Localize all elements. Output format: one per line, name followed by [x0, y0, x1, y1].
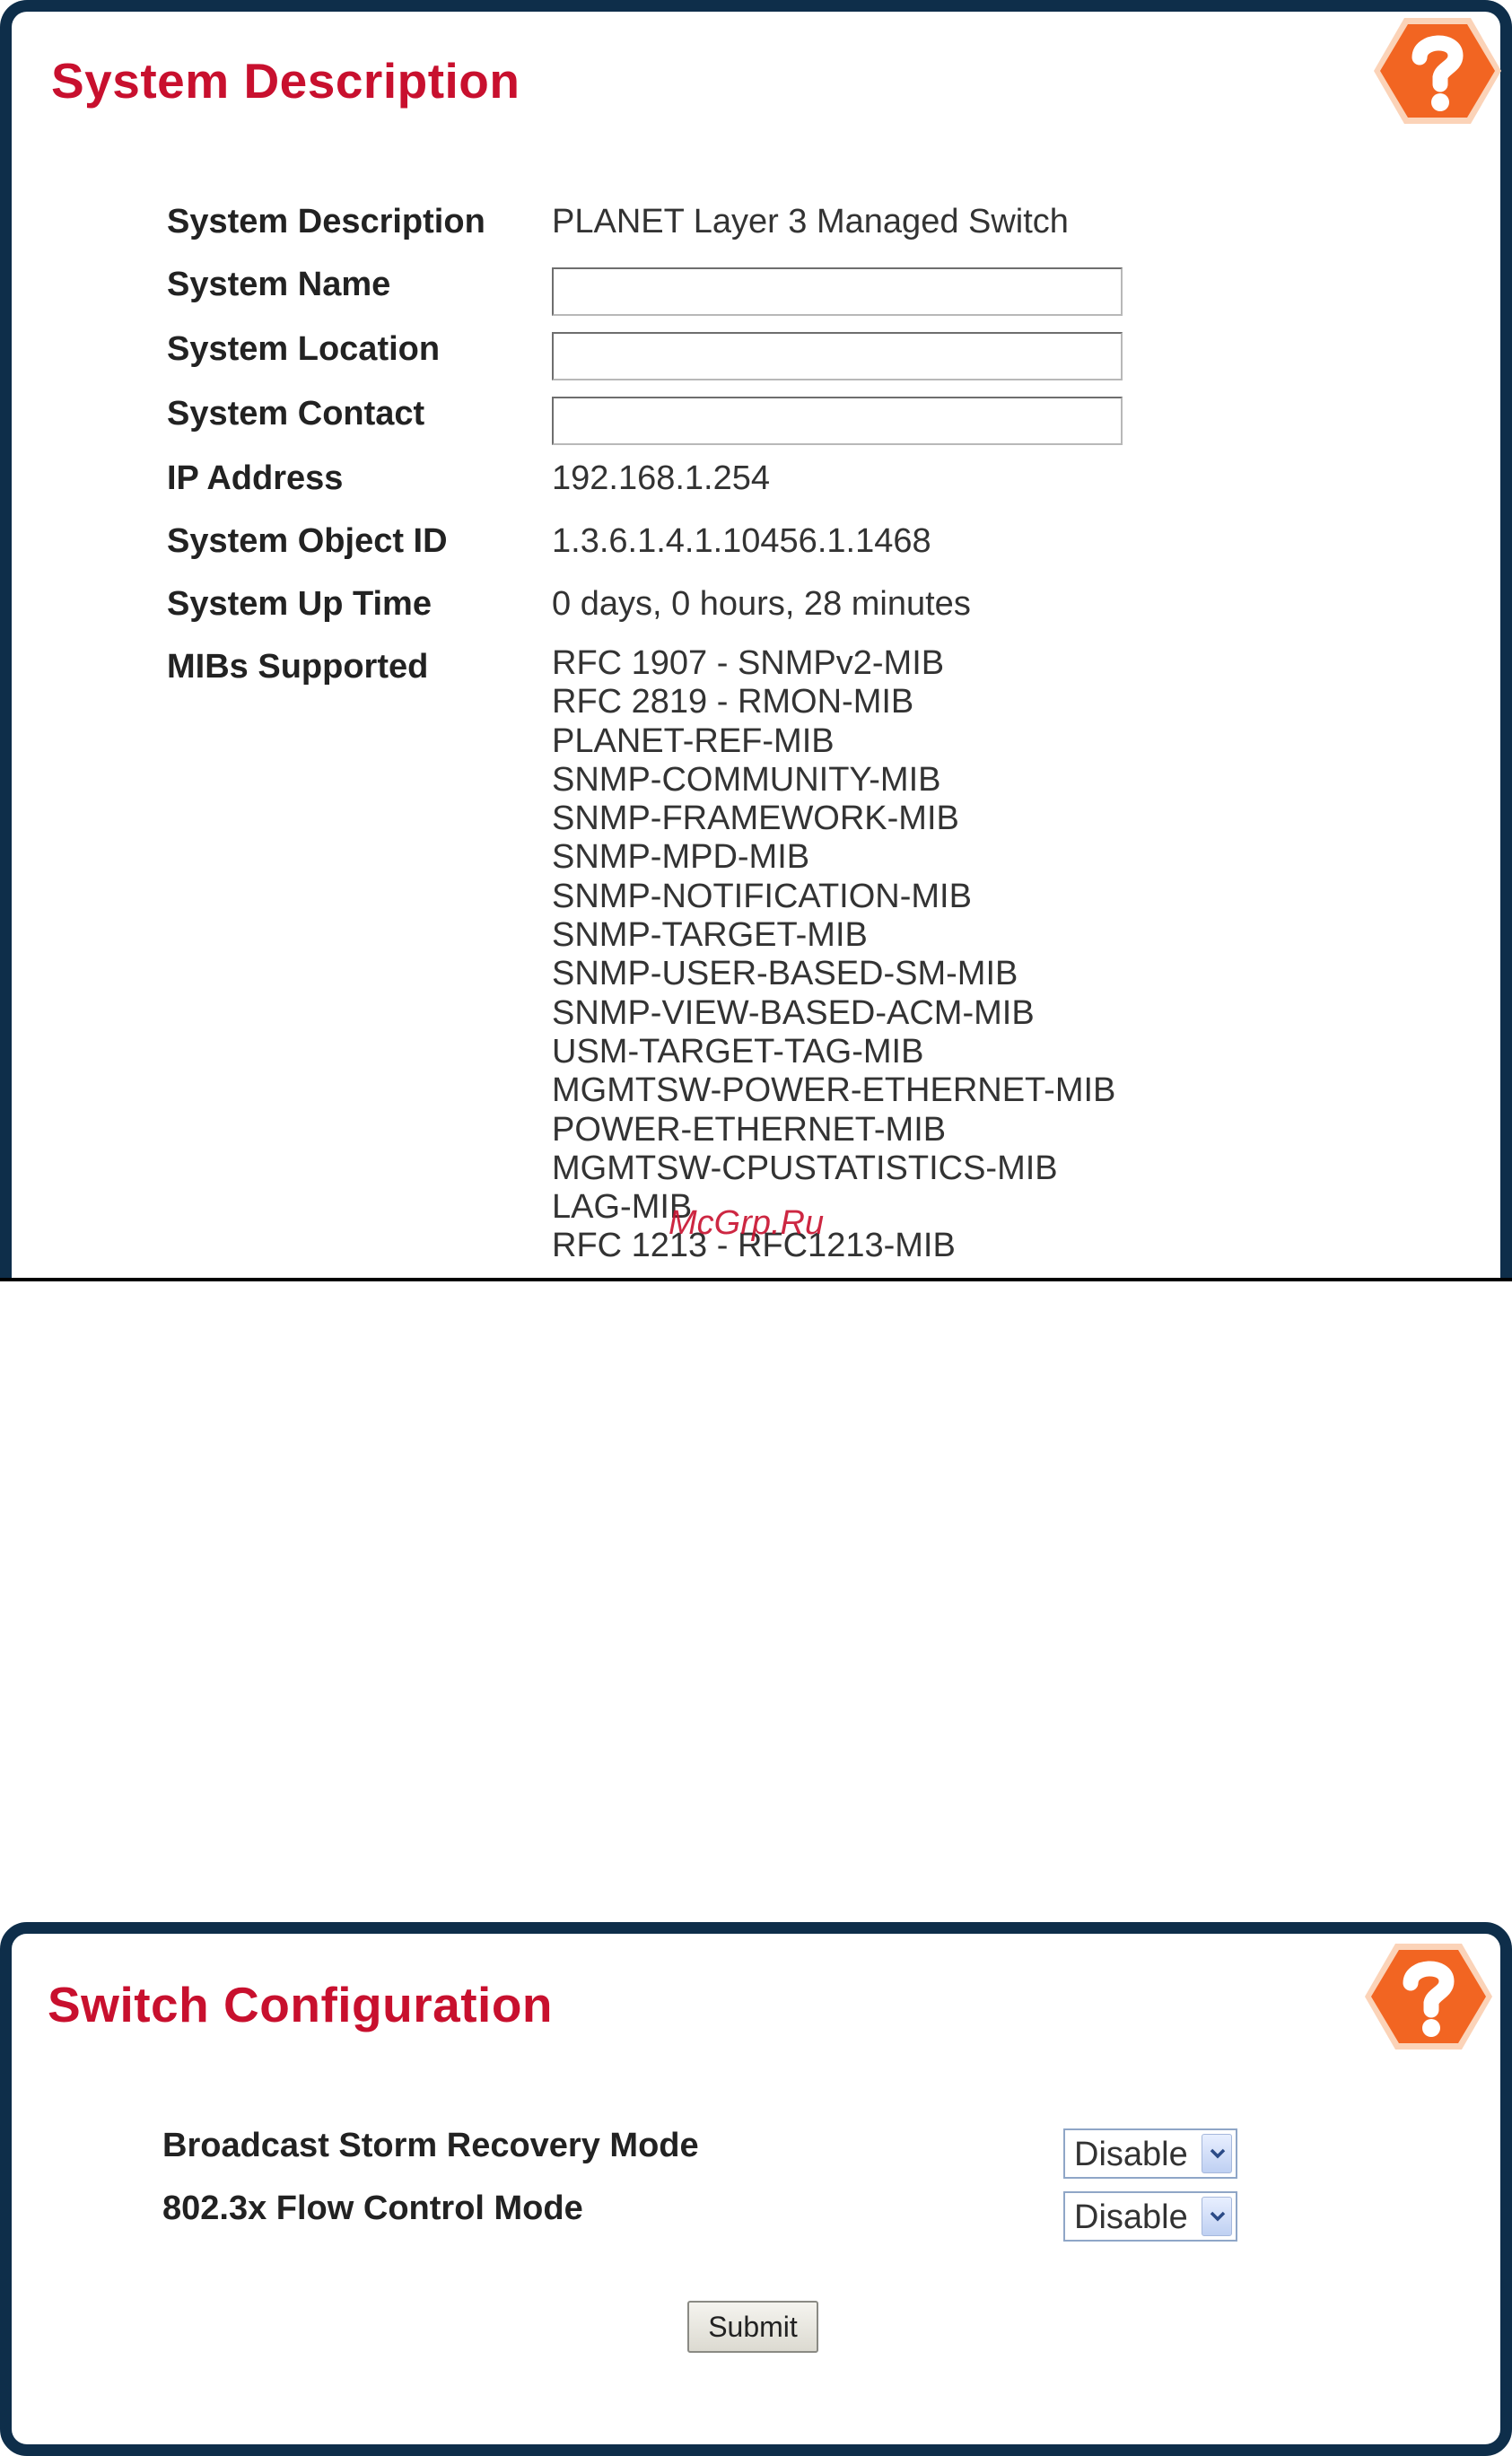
system-object-id-value: 1.3.6.1.4.1.10456.1.1468: [552, 522, 931, 560]
panel-bottom-edge: [0, 1278, 1512, 1281]
list-item: PLANET-REF-MIB: [552, 721, 835, 760]
list-item: USM-TARGET-TAG-MIB: [552, 1032, 924, 1071]
system-location-label: System Location: [167, 330, 441, 368]
ip-address-label: IP Address: [167, 459, 344, 497]
list-item: SNMP-MPD-MIB: [552, 838, 810, 877]
system-location-input[interactable]: [552, 332, 1123, 380]
select-value: Disable: [1074, 2198, 1188, 2236]
list-item: SNMP-FRAMEWORK-MIB: [552, 800, 959, 838]
broadcast-storm-label: Broadcast Storm Recovery Mode: [162, 2127, 699, 2164]
chevron-down-icon[interactable]: [1202, 2134, 1232, 2173]
system-up-time-label: System Up Time: [167, 585, 432, 623]
system-description-panel: System Description System Description PL…: [0, 0, 1512, 1281]
broadcast-storm-select[interactable]: Disable: [1063, 2128, 1237, 2179]
mibs-supported-label: MIBs Supported: [167, 648, 429, 686]
list-item: SNMP-USER-BASED-SM-MIB: [552, 955, 1018, 993]
list-item: RFC 1213 - RFC1213-MIB: [552, 1227, 956, 1265]
select-value: Disable: [1074, 2136, 1188, 2173]
switch-configuration-panel: Switch Configuration Broadcast Storm Rec…: [0, 1922, 1512, 2456]
ip-address-value: 192.168.1.254: [552, 459, 771, 497]
watermark-text: McGrp.Ru: [669, 1204, 825, 1242]
list-item: SNMP-VIEW-BASED-ACM-MIB: [552, 993, 1035, 1032]
system-name-label: System Name: [167, 266, 391, 303]
list-item: RFC 2819 - RMON-MIB: [552, 683, 914, 721]
help-icon[interactable]: [1361, 1938, 1496, 2055]
flow-control-select[interactable]: Disable: [1063, 2191, 1237, 2242]
system-object-id-label: System Object ID: [167, 522, 448, 560]
help-icon[interactable]: [1370, 13, 1505, 129]
page-title: System Description: [51, 53, 520, 109]
chevron-down-icon[interactable]: [1202, 2197, 1232, 2236]
system-up-time-value: 0 days, 0 hours, 28 minutes: [552, 585, 971, 623]
mibs-list: RFC 1907 - SNMPv2-MIB RFC 2819 - RMON-MI…: [552, 644, 1115, 1266]
list-item: SNMP-COMMUNITY-MIB: [552, 760, 941, 799]
list-item: SNMP-TARGET-MIB: [552, 916, 868, 955]
flow-control-label: 802.3x Flow Control Mode: [162, 2189, 583, 2227]
system-description-label: System Description: [167, 203, 485, 240]
page-title: Switch Configuration: [48, 1977, 554, 2032]
list-item: MGMTSW-POWER-ETHERNET-MIB: [552, 1071, 1116, 1110]
system-description-value: PLANET Layer 3 Managed Switch: [552, 203, 1069, 240]
list-item: MGMTSW-CPUSTATISTICS-MIB: [552, 1149, 1058, 1187]
system-contact-label: System Contact: [167, 395, 425, 433]
list-item: SNMP-NOTIFICATION-MIB: [552, 877, 972, 915]
submit-button[interactable]: Submit: [687, 2301, 818, 2353]
list-item: RFC 1907 - SNMPv2-MIB: [552, 644, 945, 682]
list-item: POWER-ETHERNET-MIB: [552, 1110, 947, 1149]
system-contact-input[interactable]: [552, 397, 1123, 445]
system-name-input[interactable]: [552, 267, 1123, 316]
list-item: LAG-MIB: [552, 1188, 693, 1227]
